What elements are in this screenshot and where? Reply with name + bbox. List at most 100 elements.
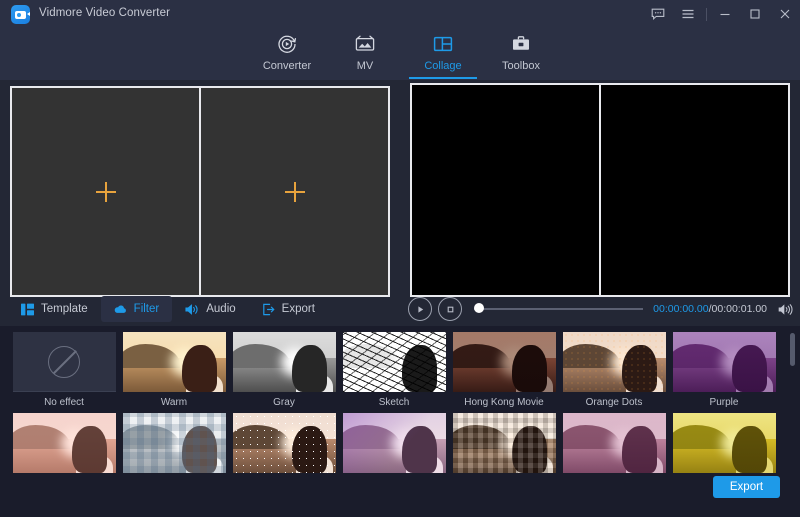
mv-icon — [354, 31, 376, 57]
seek-track — [474, 308, 643, 310]
tab-mv[interactable]: MV — [326, 28, 404, 80]
filter-item[interactable]: Purple — [669, 332, 779, 410]
scrollbar-thumb[interactable] — [790, 333, 795, 366]
filter-preview-art — [233, 413, 336, 473]
filter-item[interactable] — [9, 413, 119, 491]
filter-preview-art — [123, 413, 226, 473]
tool-tab-template-label: Template — [41, 303, 88, 315]
filter-label — [449, 478, 559, 491]
filter-thumbnail[interactable] — [453, 413, 556, 473]
filter-item[interactable]: Orange Dots — [559, 332, 669, 410]
tab-mv-label: MV — [357, 60, 374, 72]
minimize-icon[interactable] — [710, 0, 740, 28]
play-button[interactable] — [408, 297, 432, 321]
app-title: Vidmore Video Converter — [39, 7, 170, 19]
tool-tab-audio-label: Audio — [206, 303, 235, 315]
collage-icon — [432, 31, 454, 57]
filter-thumbnail[interactable] — [123, 332, 226, 392]
filter-label: Orange Dots — [559, 397, 669, 410]
editor-stage — [0, 80, 800, 320]
close-icon[interactable] — [770, 0, 800, 28]
template-icon — [21, 303, 34, 316]
filter-item[interactable]: Hong Kong Movie — [449, 332, 559, 410]
filter-label — [339, 478, 449, 491]
filter-label — [229, 478, 339, 491]
app-logo-icon — [11, 5, 30, 24]
filter-thumbnail[interactable] — [13, 332, 116, 392]
tab-converter[interactable]: Converter — [248, 28, 326, 80]
plus-icon — [285, 182, 305, 202]
toolbox-icon — [510, 31, 532, 57]
filter-scrollbar[interactable] — [790, 333, 795, 517]
seek-slider[interactable] — [474, 307, 643, 311]
filter-thumbnail[interactable] — [453, 332, 556, 392]
volume-button[interactable] — [774, 303, 796, 316]
filter-panel: No effectWarmGraySketchHong Kong MovieOr… — [0, 326, 800, 517]
filter-grid: No effectWarmGraySketchHong Kong MovieOr… — [9, 332, 779, 494]
tab-toolbox-label: Toolbox — [502, 60, 540, 72]
filter-preview-art — [343, 332, 446, 392]
seek-knob[interactable] — [474, 303, 484, 313]
feedback-icon[interactable] — [643, 0, 673, 28]
filter-thumbnail[interactable] — [673, 413, 776, 473]
export-button[interactable]: Export — [713, 476, 780, 498]
filter-preview-art — [343, 413, 446, 473]
filter-thumbnail[interactable] — [123, 413, 226, 473]
filter-item[interactable]: Gray — [229, 332, 339, 410]
filter-thumbnail[interactable] — [563, 413, 666, 473]
filter-item[interactable]: Sketch — [339, 332, 449, 410]
divider — [706, 8, 707, 21]
filter-label: Gray — [229, 397, 339, 410]
tab-collage[interactable]: Collage — [404, 28, 482, 80]
tab-converter-label: Converter — [263, 60, 311, 72]
filter-thumbnail[interactable] — [343, 413, 446, 473]
filter-item[interactable] — [229, 413, 339, 491]
filter-item[interactable]: No effect — [9, 332, 119, 410]
filter-preview-art — [563, 413, 666, 473]
filter-preview-art — [673, 332, 776, 392]
time-display: 00:00:00.00/00:00:01.00 — [653, 303, 767, 315]
filter-thumbnail[interactable] — [563, 332, 666, 392]
tool-tab-template[interactable]: Template — [8, 296, 101, 322]
title-bar: Vidmore Video Converter — [0, 0, 800, 28]
filter-item[interactable] — [119, 413, 229, 491]
tool-tab-filter[interactable]: Filter — [101, 296, 173, 322]
current-time: 00:00:00.00 — [653, 303, 708, 315]
preview-cell-1[interactable] — [412, 85, 599, 295]
filter-label — [559, 478, 669, 491]
stop-button[interactable] — [438, 297, 462, 321]
filter-label: No effect — [9, 397, 119, 410]
maximize-icon[interactable] — [740, 0, 770, 28]
add-media-cell-1[interactable] — [12, 88, 199, 295]
plus-icon — [96, 182, 116, 202]
filter-thumbnail[interactable] — [233, 332, 336, 392]
tool-tab-filter-label: Filter — [134, 303, 160, 315]
filter-preview-art — [453, 413, 556, 473]
no-effect-icon — [48, 346, 80, 378]
filter-preview-art — [563, 332, 666, 392]
speaker-icon — [185, 303, 199, 316]
template-editor-panel — [10, 86, 390, 297]
filter-item[interactable] — [339, 413, 449, 491]
tool-tab-audio[interactable]: Audio — [172, 296, 248, 322]
tool-tab-export-label: Export — [282, 303, 315, 315]
filter-thumbnail[interactable] — [233, 413, 336, 473]
filter-item[interactable] — [559, 413, 669, 491]
preview-cell-2[interactable] — [599, 85, 788, 295]
filter-label — [9, 478, 119, 491]
filter-preview-art — [673, 413, 776, 473]
tab-toolbox[interactable]: Toolbox — [482, 28, 560, 80]
filter-item[interactable]: Warm — [119, 332, 229, 410]
filter-thumbnail[interactable] — [13, 413, 116, 473]
filter-label: Purple — [669, 397, 779, 410]
preview-panel — [410, 83, 790, 297]
export-arrow-icon — [262, 303, 275, 316]
add-media-cell-2[interactable] — [199, 88, 388, 295]
filter-thumbnail[interactable] — [343, 332, 446, 392]
filter-item[interactable] — [449, 413, 559, 491]
filter-thumbnail[interactable] — [673, 332, 776, 392]
filter-label: Hong Kong Movie — [449, 397, 559, 410]
filter-preview-art — [453, 332, 556, 392]
tool-tab-export[interactable]: Export — [249, 296, 328, 322]
menu-icon[interactable] — [673, 0, 703, 28]
